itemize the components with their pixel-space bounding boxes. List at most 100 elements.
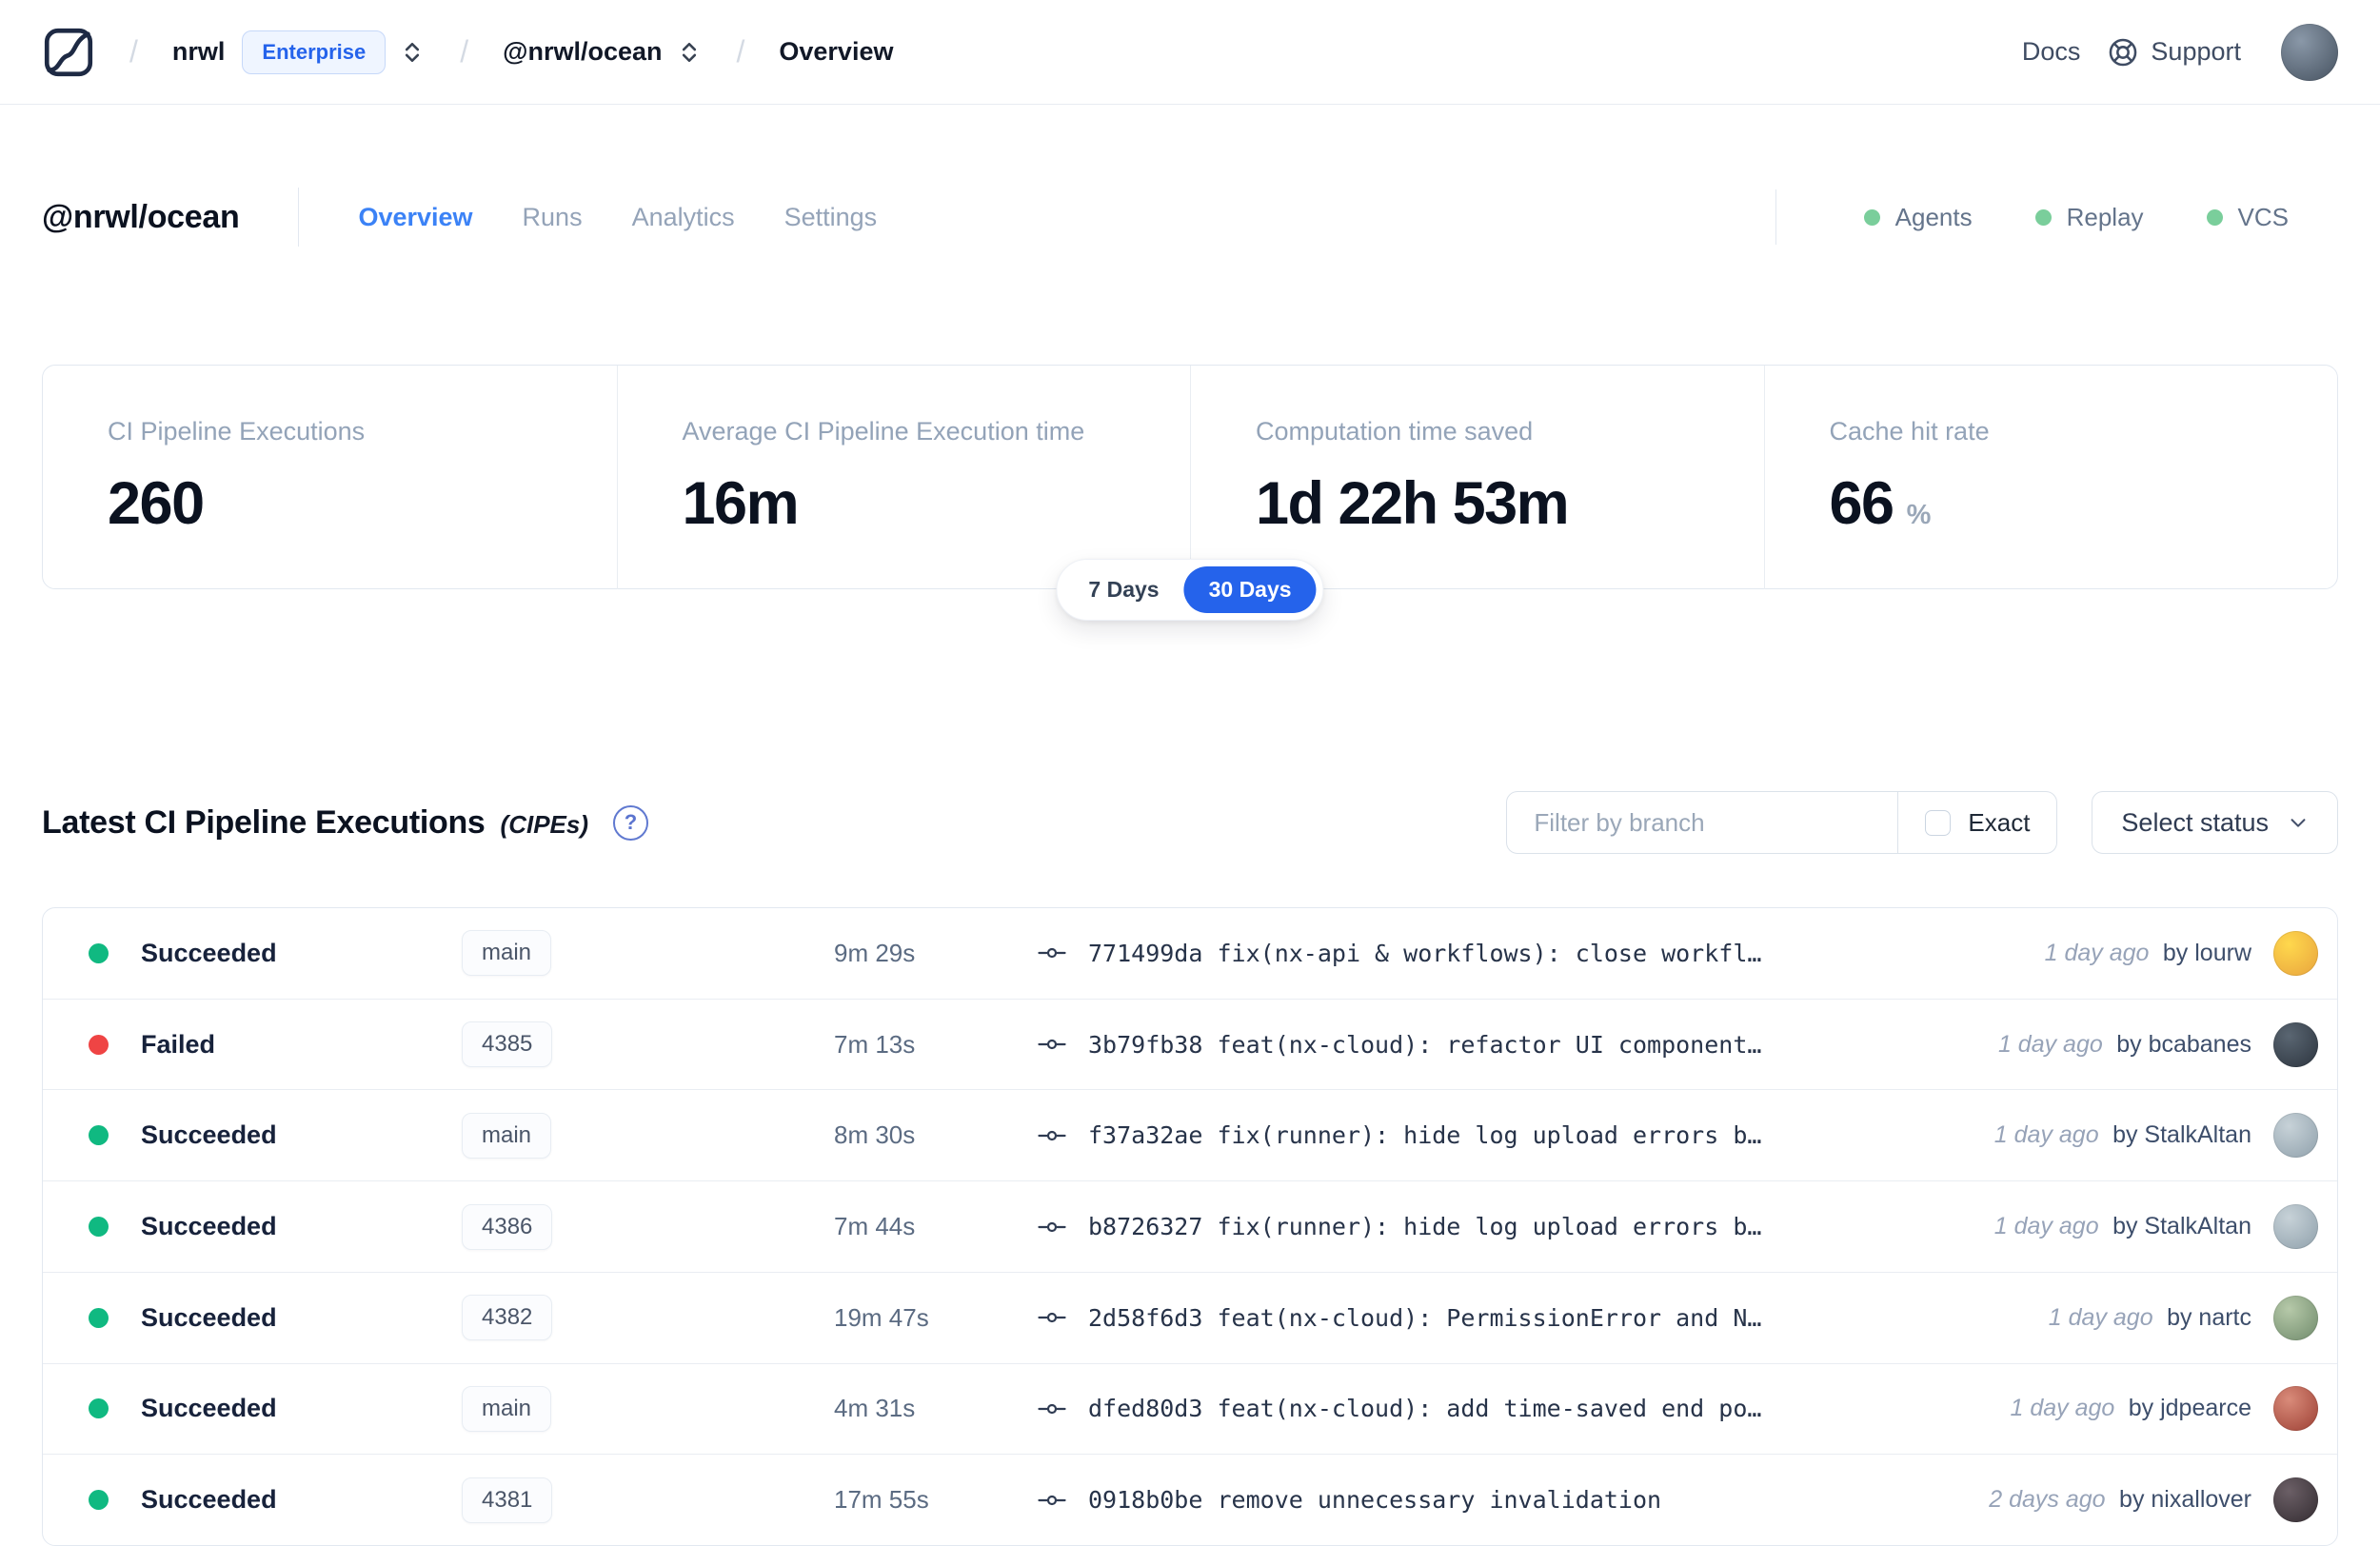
range-30-days-button[interactable]: 30 Days [1183,566,1317,613]
commit-hash: 771499da [1088,939,1203,967]
commit-message[interactable]: f37a32ae fix(runner): hide log upload er… [1088,1121,1761,1149]
stat-cards: CI Pipeline Executions 260 Average CI Pi… [42,365,2338,589]
stat-card-time-saved: Computation time saved 1d 22h 53m [1190,366,1764,589]
author-label: by jdpearce [2128,1395,2251,1422]
workspace-header: @nrwl/ocean Overview Runs Analytics Sett… [0,105,2380,257]
divider [1775,189,1776,245]
commit-message[interactable]: 771499da fix(nx-api & workflows): close … [1088,940,1761,967]
status-dot-icon [89,1490,109,1511]
author-label: by StalkAltan [2112,1121,2251,1149]
table-row[interactable]: Succeeded 4386 7m 44s b8726327 fix(runne… [43,1180,2337,1272]
duration-label: 7m 13s [834,1029,916,1059]
stat-card-cache-hit-rate: Cache hit rate 66 % [1763,366,2338,589]
table-row[interactable]: Failed 4385 7m 13s 3b79fb38 feat(nx-clou… [43,998,2337,1090]
git-commit-icon [1033,1488,1071,1513]
app-logo-icon[interactable] [42,26,95,79]
status-dot-icon [89,1217,109,1238]
tab-analytics[interactable]: Analytics [632,203,735,232]
commit-hash: 2d58f6d3 [1088,1303,1203,1332]
stat-card-avg-time: Average CI Pipeline Execution time 16m [616,366,1191,589]
duration-label: 4m 31s [834,1394,916,1423]
author-avatar[interactable] [2273,1204,2318,1250]
git-commit-icon [1033,1123,1071,1148]
chevron-down-icon [2291,819,2306,827]
breadcrumb-workspace[interactable]: @nrwl/ocean [503,37,662,67]
status-select-dropdown[interactable]: Select status [2092,791,2338,854]
commit-hash: dfed80d3 [1088,1395,1203,1423]
indicator-replay[interactable]: Replay [2034,203,2144,232]
workspace-switcher-icon[interactable] [676,39,703,66]
tab-overview[interactable]: Overview [358,203,472,232]
time-ago-label: 1 day ago [1993,1121,2099,1149]
time-ago-label: 1 day ago [2048,1303,2153,1331]
branch-badge[interactable]: 4385 [462,1021,553,1068]
duration-label: 9m 29s [834,938,916,967]
status-dot-icon [89,1125,109,1146]
author-avatar[interactable] [2273,1021,2318,1067]
author-avatar[interactable] [2273,1477,2318,1523]
support-link[interactable]: Support [2107,36,2241,69]
exact-checkbox[interactable] [1925,809,1952,836]
cipe-subtitle: (CIPEs) [500,809,589,839]
tab-settings[interactable]: Settings [784,203,878,232]
commit-message[interactable]: 3b79fb38 feat(nx-cloud): refactor UI com… [1088,1031,1761,1059]
duration-label: 7m 44s [834,1212,916,1241]
branch-filter-input[interactable] [1507,792,1898,853]
branch-badge[interactable]: 4382 [462,1295,553,1341]
commit-message[interactable]: b8726327 fix(runner): hide log upload er… [1088,1213,1761,1240]
top-navbar: / nrwl Enterprise / @nrwl/ocean / Overvi… [0,0,2380,105]
user-avatar[interactable] [2281,23,2338,81]
breadcrumb-page: Overview [779,37,894,66]
branch-badge[interactable]: main [462,930,552,977]
status-label: Succeeded [141,1485,277,1515]
duration-label: 8m 30s [834,1120,916,1150]
stat-value: 260 [108,470,205,537]
table-row[interactable]: Succeeded 4382 19m 47s 2d58f6d3 feat(nx-… [43,1271,2337,1363]
branch-badge[interactable]: main [462,1112,552,1159]
stat-value: 16m [682,470,800,537]
git-commit-icon [1033,941,1071,965]
author-avatar[interactable] [2273,1295,2318,1340]
status-dot-icon [89,1034,109,1055]
status-dot-icon [89,1398,109,1419]
commit-message[interactable]: dfed80d3 feat(nx-cloud): add time-saved … [1088,1395,1761,1422]
table-row[interactable]: Succeeded main 9m 29s 771499da fix(nx-ap… [43,908,2337,999]
time-ago-label: 1 day ago [2044,939,2150,966]
git-commit-icon [1033,1397,1071,1421]
indicator-vcs[interactable]: VCS [2206,203,2289,232]
author-label: by lourw [2162,939,2251,966]
commit-message[interactable]: 2d58f6d3 feat(nx-cloud): PermissionError… [1088,1304,1761,1332]
author-avatar[interactable] [2273,930,2318,976]
breadcrumb-separator: / [129,34,138,69]
status-label: Succeeded [141,938,277,967]
commit-hash: 0918b0be [1088,1486,1203,1515]
docs-link[interactable]: Docs [2022,37,2081,67]
branch-badge[interactable]: 4381 [462,1477,553,1523]
author-avatar[interactable] [2273,1113,2318,1159]
status-label: Failed [141,1029,216,1059]
cipe-title: Latest CI Pipeline Executions [42,803,486,841]
divider [298,188,300,247]
table-row[interactable]: Succeeded main 4m 31s dfed80d3 feat(nx-c… [43,1362,2337,1455]
range-7-days-button[interactable]: 7 Days [1063,566,1183,613]
help-icon[interactable]: ? [613,804,649,841]
commit-hash: 3b79fb38 [1088,1030,1203,1059]
author-avatar[interactable] [2273,1386,2318,1432]
commit-hash: f37a32ae [1088,1121,1203,1150]
branch-badge[interactable]: 4386 [462,1203,553,1250]
stats-section: CI Pipeline Executions 260 Average CI Pi… [42,365,2338,621]
table-row[interactable]: Succeeded main 8m 30s f37a32ae fix(runne… [43,1089,2337,1180]
commit-message[interactable]: 0918b0be remove unnecessary invalidation [1088,1486,1661,1514]
table-row[interactable]: Succeeded 4381 17m 55s 0918b0be remove u… [43,1454,2337,1545]
time-ago-label: 1 day ago [1997,1030,2103,1058]
git-commit-icon [1033,1305,1071,1330]
tab-runs[interactable]: Runs [523,203,583,232]
branch-badge[interactable]: main [462,1385,552,1432]
stat-value: 66 [1829,470,1895,537]
enterprise-badge: Enterprise [242,30,387,74]
breadcrumb-org[interactable]: nrwl [172,37,226,67]
cipe-table: Succeeded main 9m 29s 771499da fix(nx-ap… [42,907,2338,1546]
org-switcher-icon[interactable] [399,39,426,66]
stat-unit: % [1906,500,1932,530]
indicator-agents[interactable]: Agents [1863,203,1973,232]
